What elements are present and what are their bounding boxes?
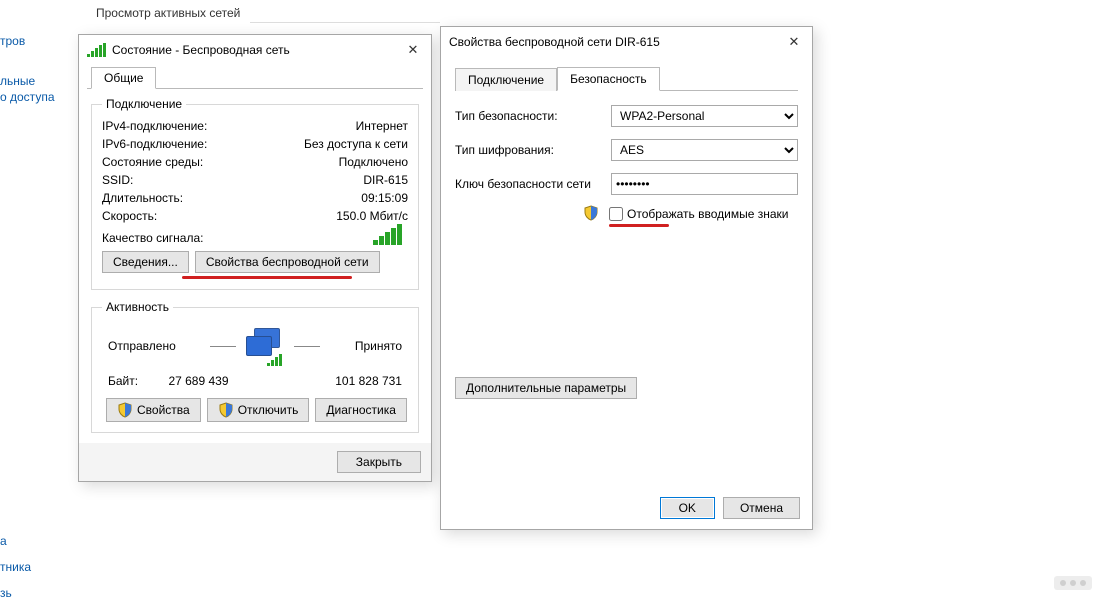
wireless-properties-window: Свойства беспроводной сети DIR-615 ✕ Под… [440,26,813,530]
annotation-underline [609,224,669,227]
security-type-select[interactable]: WPA2-Personal [611,105,798,127]
signal-bars-icon [87,44,106,57]
connection-group-title: Подключение [102,97,186,111]
ssid-value: DIR-615 [363,173,408,187]
security-type-label: Тип безопасности: [455,109,611,123]
bg-text-fragment: зь [0,586,12,600]
close-icon[interactable]: ✕ [399,39,427,61]
tab-security[interactable]: Безопасность [557,67,660,91]
signal-quality-icon [373,232,402,245]
divider [250,22,440,23]
duration-value: 09:15:09 [361,191,408,205]
close-icon[interactable]: ✕ [780,31,808,53]
shield-icon [117,402,133,418]
props-window-title: Свойства беспроводной сети DIR-615 [449,35,780,49]
props-footer: OK Отмена [441,487,812,529]
bg-active-networks-label: Просмотр активных сетей [96,6,240,20]
show-characters-label: Отображать вводимые знаки [627,207,788,221]
tab-general[interactable]: Общие [91,67,156,89]
signal-quality-label: Качество сигнала: [102,231,203,245]
shield-icon [218,402,234,418]
sent-label: Отправлено [108,339,176,353]
sent-bytes-value: 27 689 439 [168,374,228,388]
disable-button[interactable]: Отключить [207,398,310,422]
activity-group: Активность Отправлено Принято Ба [91,300,419,433]
ipv4-value: Интернет [356,119,408,133]
activity-group-title: Активность [102,300,173,314]
show-characters-checkbox[interactable]: Отображать вводимые знаки [609,207,788,221]
status-titlebar[interactable]: Состояние - Беспроводная сеть ✕ [79,35,431,65]
bg-text-fragment: льные [0,74,35,88]
bg-text-fragment: тров [0,34,25,48]
wireless-properties-button[interactable]: Свойства беспроводной сети [195,251,380,273]
dots-widget [1054,576,1092,590]
network-key-label: Ключ безопасности сети [455,177,611,191]
shield-icon [583,205,599,224]
show-characters-input[interactable] [609,207,623,221]
received-label: Принято [355,339,402,353]
bg-text-fragment: а [0,534,7,548]
media-state-label: Состояние среды: [102,155,203,169]
advanced-parameters-button[interactable]: Дополнительные параметры [455,377,637,399]
divider [210,346,236,347]
duration-label: Длительность: [102,191,183,205]
wifi-status-window: Состояние - Беспроводная сеть ✕ Общие По… [78,34,432,482]
connection-group: Подключение IPv4-подключение: Интернет IP… [91,97,419,290]
props-titlebar[interactable]: Свойства беспроводной сети DIR-615 ✕ [441,27,812,57]
annotation-underline [182,276,352,279]
status-tabstrip: Общие [87,65,423,89]
network-key-input[interactable] [611,173,798,195]
ok-button[interactable]: OK [660,497,715,519]
bytes-label: Байт: [108,374,138,388]
divider [294,346,320,347]
ipv6-value: Без доступа к сети [304,137,408,151]
bg-text-fragment: тника [0,560,31,574]
cancel-button[interactable]: Отмена [723,497,800,519]
properties-button-label: Свойства [137,403,190,417]
bg-text-fragment: о доступа [0,90,55,104]
ipv4-label: IPv4-подключение: [102,119,207,133]
ssid-label: SSID: [102,173,133,187]
encryption-type-select[interactable]: AES [611,139,798,161]
properties-button[interactable]: Свойства [106,398,201,422]
speed-value: 150.0 Мбит/с [336,209,408,223]
props-tabstrip: Подключение Безопасность [455,65,798,91]
received-bytes-value: 101 828 731 [335,374,402,388]
tab-connection[interactable]: Подключение [455,68,557,91]
encryption-type-label: Тип шифрования: [455,143,611,157]
details-button[interactable]: Сведения... [102,251,189,273]
status-footer: Закрыть [79,443,431,481]
network-activity-icon [242,326,288,366]
diagnostics-button[interactable]: Диагностика [315,398,407,422]
speed-label: Скорость: [102,209,157,223]
ipv6-label: IPv6-подключение: [102,137,207,151]
close-button[interactable]: Закрыть [337,451,421,473]
disable-button-label: Отключить [238,403,299,417]
status-window-title: Состояние - Беспроводная сеть [112,43,399,57]
media-state-value: Подключено [339,155,408,169]
